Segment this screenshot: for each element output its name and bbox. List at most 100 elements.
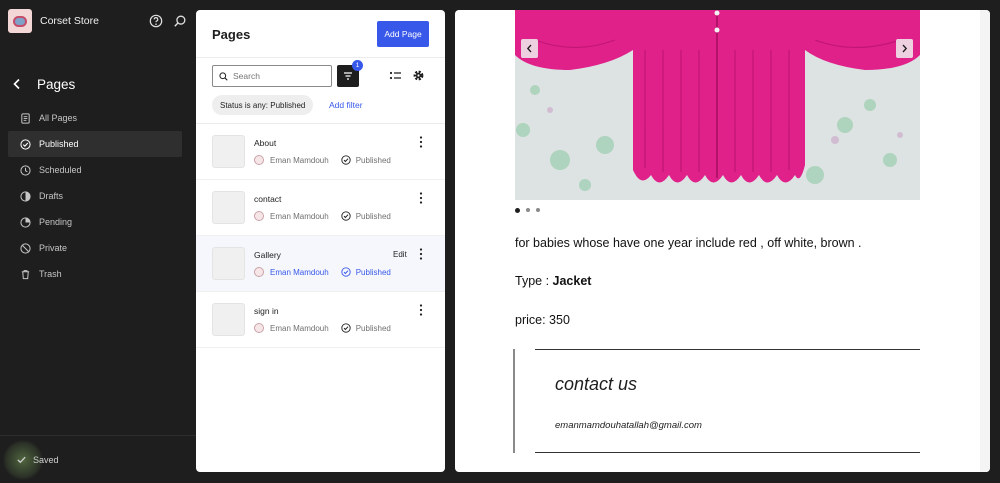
gear-icon[interactable] (412, 69, 425, 82)
list-item[interactable]: sign in Eman Mamdouh Published (196, 292, 445, 348)
product-type-label: Type : (515, 274, 553, 288)
contact-email: emanmamdouhatallah@gmail.com (555, 420, 702, 431)
add-filter-button[interactable]: Add filter (329, 100, 363, 110)
status-badge: Published (355, 155, 391, 165)
author-name: Eman Mamdouh (270, 267, 329, 277)
nav-item-published[interactable]: Published (8, 131, 182, 157)
nav-item-trash[interactable]: Trash (8, 261, 182, 287)
more-vertical-icon[interactable] (417, 303, 425, 317)
add-page-button[interactable]: Add Page (377, 21, 429, 47)
page-icon (21, 112, 30, 124)
nav-item-label: All Pages (39, 113, 78, 123)
nav-item-drafts[interactable]: Drafts (8, 183, 182, 209)
nav-item-private[interactable]: Private (8, 235, 182, 261)
preview-scrollbar[interactable] (980, 10, 990, 472)
check-icon (17, 456, 26, 464)
gallery-dot[interactable] (526, 208, 530, 212)
nav-item-label: Trash (39, 269, 62, 279)
nav-title: Pages (37, 76, 76, 92)
private-icon (20, 242, 31, 254)
list-view-icon[interactable] (389, 69, 402, 82)
contact-separator-bottom (535, 452, 920, 453)
pages-panel: Pages Add Page 1 Status is any: Publishe… (196, 10, 445, 472)
pages-panel-header: Pages Add Page (196, 10, 445, 58)
site-title[interactable]: Corset Store (40, 15, 140, 27)
published-icon (341, 155, 351, 165)
page-thumbnail[interactable] (212, 135, 245, 168)
page-item-meta: Eman Mamdouh Published (254, 323, 391, 333)
search-field[interactable] (212, 65, 332, 87)
list-item[interactable]: contact Eman Mamdouh Published (196, 180, 445, 236)
clock-icon (20, 164, 31, 176)
page-item-meta: Eman Mamdouh Published (254, 211, 391, 221)
site-logo[interactable] (8, 9, 32, 33)
gallery-dot[interactable] (515, 207, 520, 213)
published-icon (341, 323, 351, 333)
nav-item-scheduled[interactable]: Scheduled (8, 157, 182, 183)
product-description: for babies whose have one year include r… (515, 236, 862, 250)
chevron-left-icon (526, 44, 532, 53)
page-item-meta: Eman Mamdouh Published (254, 155, 391, 165)
published-icon (341, 267, 351, 277)
more-vertical-icon[interactable] (417, 247, 425, 261)
page-item-meta: Eman Mamdouh Published (254, 267, 391, 277)
list-item[interactable]: About Eman Mamdouh Published (196, 124, 445, 180)
saved-status: Saved (16, 454, 59, 465)
gallery-next-button[interactable] (896, 39, 913, 58)
nav-item-label: Drafts (39, 191, 64, 201)
avatar (254, 267, 264, 277)
gallery-prev-button[interactable] (521, 39, 538, 58)
page-thumbnail[interactable] (212, 247, 245, 280)
page-thumbnail[interactable] (212, 303, 245, 336)
site-bar: Corset Store (8, 8, 188, 34)
product-gallery-image[interactable] (515, 10, 920, 200)
published-icon (20, 138, 31, 150)
chevron-left-icon[interactable] (8, 75, 26, 93)
avatar (254, 211, 264, 221)
chevron-right-icon (902, 44, 908, 53)
contact-heading: contact us (555, 374, 638, 394)
page-item-title[interactable]: sign in (254, 306, 279, 316)
product-type-value: Jacket (552, 274, 592, 288)
published-icon (341, 211, 351, 221)
nav-item-label: Private (39, 243, 68, 253)
sidebar-footer: Saved (0, 435, 196, 483)
nav-item-label: Published (39, 139, 79, 149)
nav-item-all-pages[interactable]: All Pages (8, 105, 182, 131)
product-price: price: 350 (515, 313, 570, 327)
sidebar: Corset Store Pages All Pages Published S… (0, 0, 196, 483)
contact-quote-block (513, 349, 920, 453)
search-icon[interactable] (172, 13, 188, 29)
page-item-title[interactable]: Gallery (254, 250, 281, 260)
edit-button[interactable]: Edit (393, 250, 407, 259)
trash-icon (21, 269, 30, 279)
status-badge: Published (355, 267, 391, 277)
more-vertical-icon[interactable] (417, 135, 425, 149)
help-icon[interactable] (148, 13, 164, 29)
list-item[interactable]: Gallery Eman Mamdouh Published Edit (196, 236, 445, 292)
filter-chip-status[interactable]: Status is any: Published (212, 95, 314, 115)
sweater-photo (515, 10, 920, 200)
product-type: Type : Jacket (515, 274, 591, 288)
filter-count-badge: 1 (352, 60, 363, 71)
drafts-icon (20, 190, 31, 202)
page-title: Pages (212, 27, 251, 42)
page-preview[interactable]: for babies whose have one year include r… (455, 10, 990, 472)
search-icon (219, 71, 228, 81)
nav-item-label: Scheduled (39, 165, 82, 175)
nav-item-pending[interactable]: Pending (8, 209, 182, 235)
author-name: Eman Mamdouh (270, 155, 329, 165)
gallery-dot[interactable] (536, 208, 540, 212)
search-input[interactable] (233, 71, 328, 81)
pages-list: About Eman Mamdouh Published contact Ema… (196, 123, 445, 348)
author-name: Eman Mamdouh (270, 323, 329, 333)
filter-icon (344, 72, 352, 80)
avatar (254, 155, 264, 165)
gallery-pagination (515, 207, 546, 213)
more-vertical-icon[interactable] (417, 191, 425, 205)
nav-header: Pages (8, 72, 75, 96)
avatar (254, 323, 264, 333)
page-item-title[interactable]: contact (254, 194, 281, 204)
page-item-title[interactable]: About (254, 138, 276, 148)
page-thumbnail[interactable] (212, 191, 245, 224)
